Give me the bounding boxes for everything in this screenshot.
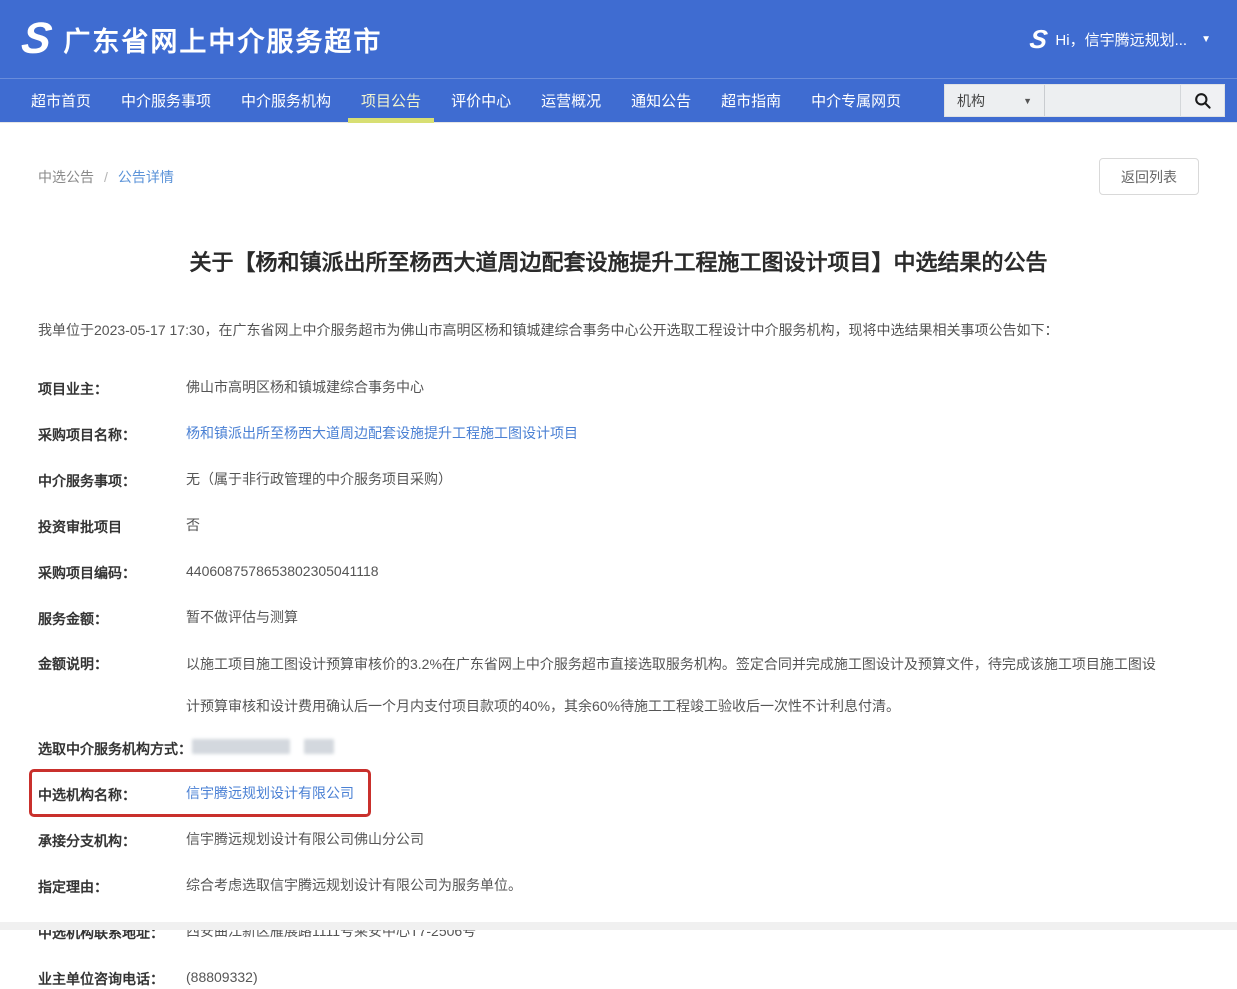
main-nav: 超市首页 中介服务事项 中介服务机构 项目公告 评价中心 运营概况 通知公告 超… — [0, 78, 1237, 122]
search-category-select[interactable]: 机构 ▼ — [945, 85, 1045, 116]
breadcrumb-current: 公告详情 — [118, 167, 174, 187]
field-label: 服务金额： — [38, 609, 186, 629]
field-value: (88809332) — [186, 969, 258, 986]
field-row-project-name: 采购项目名称： 杨和镇派出所至杨西大道周边配套设施提升工程施工图设计项目 — [38, 425, 1199, 445]
breadcrumb-separator: / — [104, 169, 108, 185]
nav-item-guide[interactable]: 超市指南 — [706, 79, 796, 123]
field-label: 项目业主： — [38, 379, 186, 399]
footer-strip — [0, 922, 1237, 930]
field-value: 综合考虑选取信宇腾远规划设计有限公司为服务单位。 — [186, 877, 522, 894]
field-label: 金额说明： — [38, 643, 186, 685]
field-label: 业主单位咨询电话： — [38, 969, 186, 989]
field-value: 4406087578653802305041118 — [186, 563, 379, 580]
field-value: 暂不做评估与测算 — [186, 609, 298, 626]
announcement-fields: 项目业主： 佛山市高明区杨和镇城建综合事务中心 采购项目名称： 杨和镇派出所至杨… — [38, 379, 1199, 989]
user-menu[interactable]: S Hi，信宇腾远规划... ▼ — [1030, 26, 1211, 52]
announcement-title: 关于【杨和镇派出所至杨西大道周边配套设施提升工程施工图设计项目】中选结果的公告 — [38, 245, 1199, 277]
field-row-owner-phone: 业主单位咨询电话： (88809332) — [38, 969, 1199, 989]
selected-agency-link[interactable]: 信宇腾远规划设计有限公司 — [186, 785, 354, 802]
search-button[interactable] — [1180, 85, 1224, 116]
project-name-link[interactable]: 杨和镇派出所至杨西大道周边配套设施提升工程施工图设计项目 — [186, 425, 578, 442]
redacted-value — [192, 739, 334, 754]
nav-item-agency-pages[interactable]: 中介专属网页 — [796, 79, 916, 123]
chevron-down-icon: ▼ — [1201, 34, 1211, 45]
field-row-branch-agency: 承接分支机构： 信宇腾远规划设计有限公司佛山分公司 — [38, 831, 1199, 851]
field-value: 否 — [186, 517, 200, 534]
field-label: 指定理由： — [38, 877, 186, 897]
search-category-value: 机构 — [957, 91, 985, 111]
field-value: 佛山市高明区杨和镇城建综合事务中心 — [186, 379, 424, 396]
nav-item-agencies[interactable]: 中介服务机构 — [226, 79, 346, 123]
nav-item-service-items[interactable]: 中介服务事项 — [106, 79, 226, 123]
redacted-block — [304, 739, 334, 754]
search-icon — [1193, 91, 1212, 110]
back-to-list-button[interactable]: 返回列表 — [1099, 158, 1199, 195]
field-value: 以施工项目施工图设计预算审核价的3.2%在广东省网上中介服务超市直接选取服务机构… — [186, 643, 1166, 727]
field-row-project-code: 采购项目编码： 4406087578653802305041118 — [38, 563, 1199, 583]
field-row-selection-method: 选取中介服务机构方式： — [38, 739, 1199, 759]
field-label: 承接分支机构： — [38, 831, 186, 851]
site-branding[interactable]: S 广东省网上中介服务超市 — [22, 17, 382, 61]
search-input[interactable] — [1045, 85, 1180, 116]
field-row-service-item: 中介服务事项： 无（属于非行政管理的中介服务项目采购） — [38, 471, 1199, 491]
breadcrumb: 中选公告 / 公告详情 — [38, 167, 174, 187]
field-row-investment-approval: 投资审批项目 否 — [38, 517, 1199, 537]
field-label: 采购项目名称： — [38, 425, 186, 445]
nav-item-evaluation-center[interactable]: 评价中心 — [436, 79, 526, 123]
field-label: 投资审批项目 — [38, 517, 186, 537]
nav-item-home[interactable]: 超市首页 — [16, 79, 106, 123]
nav-item-project-announcements[interactable]: 项目公告 — [346, 79, 436, 123]
user-org-logo-icon: S — [1028, 26, 1047, 52]
site-logo-icon: S — [19, 17, 53, 61]
field-label: 采购项目编码： — [38, 563, 186, 583]
field-label: 中选机构名称： — [38, 785, 186, 805]
redacted-block — [192, 739, 290, 754]
nav-item-notices[interactable]: 通知公告 — [616, 79, 706, 123]
search-bar: 机构 ▼ — [944, 84, 1225, 117]
nav-item-operations-overview[interactable]: 运营概况 — [526, 79, 616, 123]
user-greeting: Hi，信宇腾远规划... — [1055, 29, 1187, 50]
page-content: 中选公告 / 公告详情 返回列表 关于【杨和镇派出所至杨西大道周边配套设施提升工… — [0, 158, 1237, 989]
field-label: 选取中介服务机构方式： — [38, 739, 192, 759]
nav-items: 超市首页 中介服务事项 中介服务机构 项目公告 评价中心 运营概况 通知公告 超… — [16, 79, 916, 123]
field-row-project-owner: 项目业主： 佛山市高明区杨和镇城建综合事务中心 — [38, 379, 1199, 399]
field-row-service-amount: 服务金额： 暂不做评估与测算 — [38, 609, 1199, 629]
field-row-designation-reason: 指定理由： 综合考虑选取信宇腾远规划设计有限公司为服务单位。 — [38, 877, 1199, 897]
site-title: 广东省网上中介服务超市 — [63, 20, 382, 59]
breadcrumb-parent[interactable]: 中选公告 — [38, 167, 94, 187]
field-value: 信宇腾远规划设计有限公司佛山分公司 — [186, 831, 424, 848]
field-row-amount-description: 金额说明： 以施工项目施工图设计预算审核价的3.2%在广东省网上中介服务超市直接… — [38, 643, 1199, 727]
chevron-down-icon: ▼ — [1023, 96, 1032, 106]
field-row-selected-agency: 中选机构名称： 信宇腾远规划设计有限公司 — [38, 785, 1199, 805]
site-header: S 广东省网上中介服务超市 S Hi，信宇腾远规划... ▼ — [0, 0, 1237, 78]
breadcrumb-row: 中选公告 / 公告详情 返回列表 — [38, 158, 1199, 195]
field-value: 无（属于非行政管理的中介服务项目采购） — [186, 471, 452, 488]
announcement-intro: 我单位于2023-05-17 17:30，在广东省网上中介服务超市为佛山市高明区… — [38, 319, 1199, 341]
field-label: 中介服务事项： — [38, 471, 186, 491]
